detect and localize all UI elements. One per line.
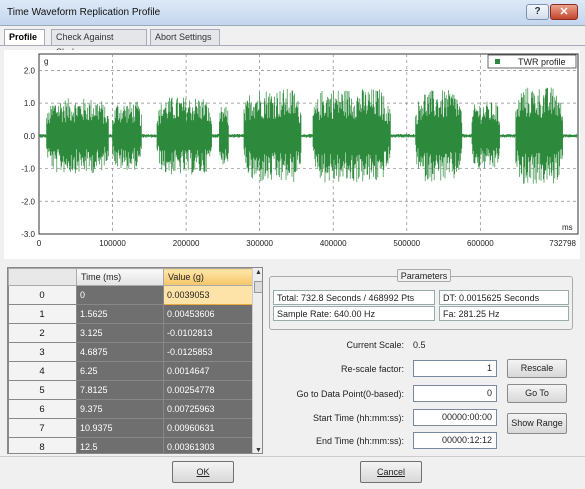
table-row[interactable]: 7 10.9375 0.00960631 <box>8 418 253 438</box>
time-cell[interactable]: 6.25 <box>76 361 164 381</box>
parameters-legend: Parameters <box>397 269 451 282</box>
grid-body: 0 0 0.0039053 1 1.5625 0.00453606 2 3.125 -0.010… <box>8 285 253 453</box>
y-tick-label: -2.0 <box>21 197 35 206</box>
row-index[interactable]: 4 <box>8 361 77 381</box>
close-button[interactable]: ✕ <box>550 4 578 20</box>
help-button[interactable]: ? <box>526 4 549 20</box>
cancel-button[interactable]: Cancel <box>360 461 422 483</box>
table-row[interactable]: 3 4.6875 -0.0125853 <box>8 342 253 362</box>
legend-label: TWR profile <box>518 57 566 67</box>
end-time-label: End Time (hh:mm:ss): <box>315 436 404 446</box>
tab-abort-settings[interactable]: Abort Settings <box>150 29 220 45</box>
header-index <box>8 268 77 286</box>
time-cell[interactable]: 0 <box>76 285 164 305</box>
x-tick-label: 400000 <box>320 239 347 248</box>
time-cell[interactable]: 9.375 <box>76 399 164 419</box>
row-index[interactable]: 3 <box>8 342 77 362</box>
current-scale-label: Current Scale: <box>346 340 404 350</box>
row-index[interactable]: 2 <box>8 323 77 343</box>
table-row[interactable]: 4 6.25 0.0014647 <box>8 361 253 381</box>
value-cell[interactable]: 0.00960631 <box>163 418 253 438</box>
table-row[interactable]: 0 0 0.0039053 <box>8 285 253 305</box>
footer-divider <box>0 456 585 457</box>
time-cell[interactable]: 12.5 <box>76 437 164 453</box>
x-tick-label: 100000 <box>99 239 126 248</box>
x-tick-label: 0 <box>37 239 42 248</box>
row-index[interactable]: 0 <box>8 285 77 305</box>
time-cell[interactable]: 4.6875 <box>76 342 164 362</box>
value-cell[interactable]: -0.0102813 <box>163 323 253 343</box>
rescale-label: Re-scale factor: <box>340 364 404 374</box>
ok-button-label: OK <box>196 467 210 477</box>
x-axis-label: ms <box>562 223 573 232</box>
value-cell[interactable]: 0.00725963 <box>163 399 253 419</box>
start-time-input[interactable]: 00000:00:00 <box>413 409 497 426</box>
row-index[interactable]: 7 <box>8 418 77 438</box>
value-cell[interactable]: 0.0014647 <box>163 361 253 381</box>
y-tick-label: -3.0 <box>21 230 35 239</box>
header-value[interactable]: Value (g) <box>163 268 253 286</box>
x-tick-label: 732798 <box>549 239 576 248</box>
param-fa: Fa: 281.25 Hz <box>439 306 569 321</box>
value-cell[interactable]: 0.00254778 <box>163 380 253 400</box>
goto-label: Go to Data Point(0-based): <box>296 389 404 399</box>
time-cell[interactable]: 10.9375 <box>76 418 164 438</box>
value-cell[interactable]: 0.00453606 <box>163 304 253 324</box>
goto-input[interactable]: 0 <box>413 385 497 402</box>
y-tick-label: -1.0 <box>21 165 35 174</box>
y-tick-label: 1.0 <box>24 99 36 108</box>
param-total: Total: 732.8 Seconds / 468992 Pts <box>273 290 435 305</box>
waveform-chart: 2.0 1.0 0.0 -1.0 -2.0 -3.0 0 100000 200000 30000… <box>4 50 580 259</box>
title-bar: Time Waveform Replication Profile ? ✕ <box>0 0 585 26</box>
grid-scrollbar[interactable]: ▲ ▼ <box>252 268 262 453</box>
param-dt: DT: 0.0015625 Seconds <box>439 290 569 305</box>
goto-button[interactable]: Go To <box>507 384 567 403</box>
tab-profile[interactable]: Profile <box>4 29 45 46</box>
data-table: Time (ms) Value (g) 0 0 0.0039053 1 1.5625 0.… <box>8 268 253 453</box>
y-tick-labels: 2.0 1.0 0.0 -1.0 -2.0 -3.0 <box>21 66 35 239</box>
x-tick-label: 200000 <box>173 239 200 248</box>
header-time[interactable]: Time (ms) <box>76 268 164 286</box>
time-cell[interactable]: 1.5625 <box>76 304 164 324</box>
value-cell[interactable]: -0.0125853 <box>163 342 253 362</box>
row-index[interactable]: 1 <box>8 304 77 324</box>
tab-check-against-shaker[interactable]: Check Against Shaker <box>51 29 147 57</box>
y-axis-label: g <box>44 57 48 66</box>
scroll-thumb[interactable] <box>254 281 262 293</box>
scroll-down-icon[interactable]: ▼ <box>254 447 262 453</box>
row-index[interactable]: 5 <box>8 380 77 400</box>
x-tick-label: 300000 <box>246 239 273 248</box>
x-tick-labels: 0 100000 200000 300000 400000 500000 600000 732… <box>37 239 577 248</box>
legend-swatch <box>495 59 500 64</box>
value-cell[interactable]: 0.00361303 <box>163 437 253 453</box>
table-row[interactable]: 6 9.375 0.00725963 <box>8 399 253 419</box>
rescale-input[interactable]: 1 <box>413 360 497 377</box>
row-index[interactable]: 8 <box>8 437 77 453</box>
time-cell[interactable]: 7.8125 <box>76 380 164 400</box>
param-sample-rate: Sample Rate: 640.00 Hz <box>273 306 435 321</box>
show-range-button[interactable]: Show Range <box>507 413 567 434</box>
table-row[interactable]: 8 12.5 0.00361303 <box>8 437 253 453</box>
scroll-up-icon[interactable]: ▲ <box>254 269 262 276</box>
value-cell[interactable]: 0.0039053 <box>163 285 253 305</box>
chart-svg: 2.0 1.0 0.0 -1.0 -2.0 -3.0 0 100000 200000 30000… <box>21 53 579 248</box>
current-scale-value: 0.5 <box>413 340 426 350</box>
x-tick-label: 500000 <box>393 239 420 248</box>
row-index[interactable]: 6 <box>8 399 77 419</box>
x-tick-label: 600000 <box>467 239 494 248</box>
start-time-label: Start Time (hh:mm:ss): <box>312 413 404 423</box>
data-grid[interactable]: Time (ms) Value (g) 0 0 0.0039053 1 1.5625 0.… <box>7 267 263 454</box>
end-time-input[interactable]: 00000:12:12 <box>413 432 497 449</box>
table-row[interactable]: 5 7.8125 0.00254778 <box>8 380 253 400</box>
y-tick-label: 0.0 <box>24 132 36 141</box>
window-title: Time Waveform Replication Profile <box>7 7 161 18</box>
tab-divider <box>0 45 585 46</box>
time-cell[interactable]: 3.125 <box>76 323 164 343</box>
table-row[interactable]: 2 3.125 -0.0102813 <box>8 323 253 343</box>
table-row[interactable]: 1 1.5625 0.00453606 <box>8 304 253 324</box>
ok-button[interactable]: OK <box>172 461 234 483</box>
cancel-button-label: Cancel <box>376 467 405 477</box>
rescale-button[interactable]: Rescale <box>507 359 567 378</box>
y-tick-label: 2.0 <box>24 66 36 75</box>
